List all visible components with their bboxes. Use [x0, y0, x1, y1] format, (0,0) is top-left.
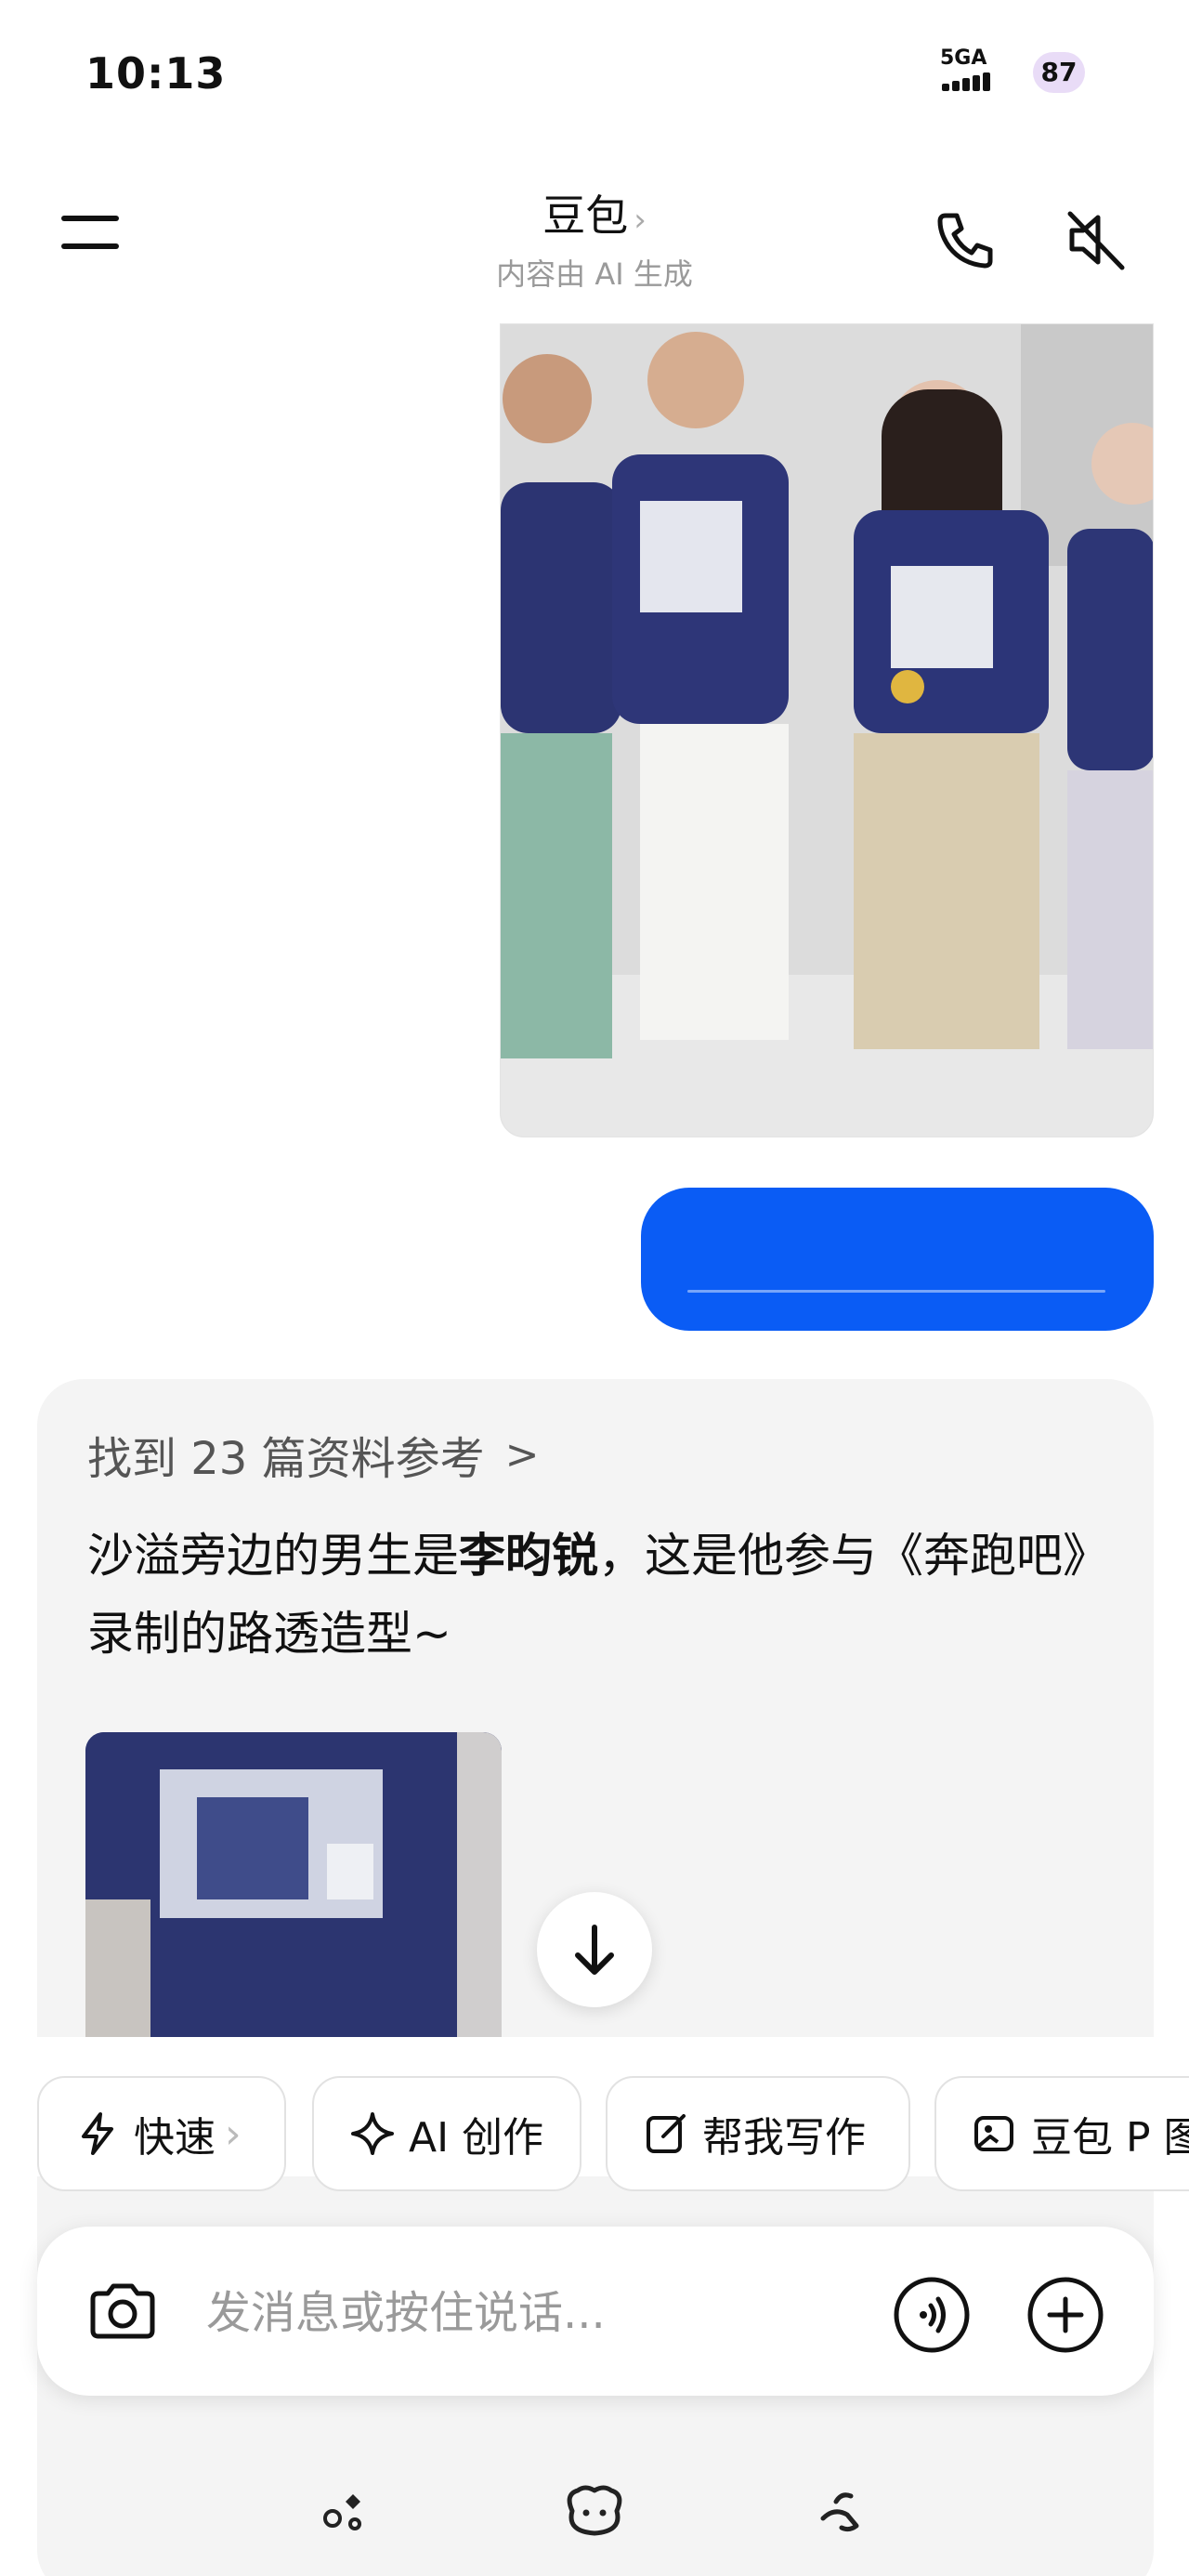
reference-image-thumbnail[interactable] — [85, 1732, 502, 2085]
chip-fast-label: 快速 — [134, 2114, 216, 2162]
chip-help-write-label: 帮我写作 — [702, 2114, 866, 2162]
chip-ai-create[interactable]: AI 创作 — [312, 2076, 581, 2191]
answer-name-bold: 李昀锐 — [459, 1529, 598, 1583]
photo-image — [501, 324, 1153, 1137]
menu-button[interactable] — [58, 210, 123, 255]
assistant-answer-text: 沙溢旁边的男生是李昀锐，这是他参与《奔跑吧》录制的路透造型~ — [87, 1517, 1109, 1673]
nav-calls[interactable] — [804, 2474, 879, 2548]
nav-discover[interactable] — [307, 2474, 381, 2548]
phone-call-icon — [820, 2492, 859, 2532]
chat-header: 豆包 › 内容由 AI 生成 — [0, 149, 1189, 325]
chip-fast-mode[interactable]: 快速 › — [37, 2076, 286, 2191]
quick-action-chips: 快速 › AI 创作 帮我写作 豆包 P 图 — [0, 2037, 1189, 2191]
status-time: 10:13 — [85, 48, 227, 99]
doubao-avatar-icon — [567, 2485, 622, 2536]
title-chevron-icon: › — [634, 202, 647, 239]
camera-button[interactable] — [84, 2273, 162, 2351]
chip-help-write[interactable]: 帮我写作 — [606, 2076, 910, 2191]
speaker-muted-icon — [1067, 211, 1125, 270]
more-actions-button[interactable] — [1026, 2275, 1105, 2355]
nav-doubao-home[interactable] — [557, 2474, 632, 2548]
chip-fast-chevron-icon: › — [225, 2109, 242, 2158]
network-type: 5GA — [940, 46, 987, 70]
chat-title: 豆包 — [542, 191, 629, 241]
voice-call-button[interactable] — [929, 203, 1003, 277]
signal-bars-icon — [942, 72, 990, 91]
voice-input-button[interactable] — [892, 2275, 972, 2355]
reference-image — [85, 1732, 502, 2085]
sent-message-bubble[interactable] — [641, 1188, 1154, 1331]
voice-wave-icon — [894, 2277, 970, 2353]
chip-ai-create-label: AI 创作 — [409, 2114, 544, 2162]
mute-button[interactable] — [1059, 203, 1133, 277]
discover-icon — [323, 2494, 361, 2530]
sparkle-icon — [351, 2112, 394, 2155]
bottom-navigation — [0, 2438, 1189, 2576]
chip-image-edit[interactable]: 豆包 P 图 — [934, 2076, 1189, 2191]
chip-image-edit-label: 豆包 P 图 — [1031, 2114, 1189, 2162]
camera-icon — [90, 2283, 155, 2339]
battery-indicator: 87 — [1033, 52, 1085, 93]
menu-icon-line — [61, 243, 119, 249]
image-edit-icon — [974, 2116, 1013, 2151]
chat-title-block[interactable]: 豆包 › 内容由 AI 生成 — [409, 182, 780, 294]
chevron-right-icon: > — [504, 1430, 540, 1479]
sent-message-underline — [687, 1290, 1105, 1293]
status-bar: 10:13 5GA 87 — [0, 0, 1189, 149]
answer-part-1: 沙溢旁边的男生是 — [87, 1529, 459, 1583]
message-composer — [37, 2227, 1154, 2396]
sent-photo[interactable] — [500, 323, 1154, 1137]
scroll-to-bottom-button[interactable] — [537, 1892, 652, 2007]
phone-icon — [937, 213, 993, 269]
plus-circle-icon — [1027, 2277, 1104, 2353]
references-link[interactable]: 找到 23 篇资料参考 > — [87, 1422, 539, 1487]
menu-icon — [61, 216, 119, 221]
references-label: 找到 23 篇资料参考 — [87, 1433, 485, 1485]
message-input[interactable] — [206, 2280, 764, 2346]
signal-indicator: 5GA — [938, 46, 1016, 93]
chat-subtitle: 内容由 AI 生成 — [496, 256, 693, 292]
arrow-down-icon — [575, 1925, 614, 1975]
lightning-icon — [82, 2112, 113, 2155]
edit-icon — [647, 2114, 686, 2153]
